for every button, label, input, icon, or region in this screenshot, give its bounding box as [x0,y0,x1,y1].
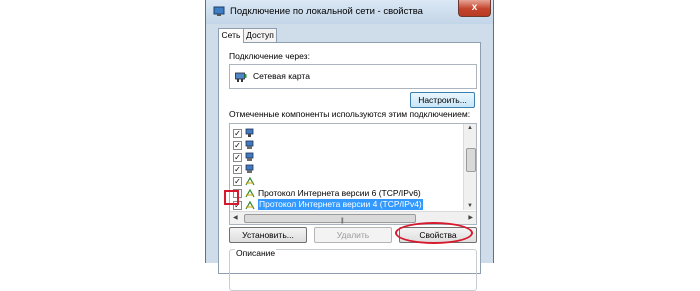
protocol-icon [245,188,255,198]
scroll-right-icon[interactable]: ▶ [468,214,473,221]
component-name: Протокол Интернета версии 6 (TCP/IPv6) [258,188,421,198]
network-connection-icon [213,6,225,16]
list-item[interactable]: Протокол Интернета версии 6 (TCP/IPv6) [230,187,458,199]
list-item[interactable]: ✓ [230,151,458,163]
network-adapter-icon [235,72,247,82]
configure-button[interactable]: Настроить... [410,92,475,108]
components-list[interactable]: ✓ ✓ ✓ ✓ ✓ Протокол Интернета версии 6 (T… [229,123,477,225]
annotation-checkbox-highlight [224,190,239,205]
description-group: Описание [229,248,477,291]
horizontal-scroll-thumb[interactable]: ||| [244,214,416,224]
component-checkbox[interactable]: ✓ [233,129,242,138]
component-checkbox[interactable]: ✓ [233,141,242,150]
connect-using-label: Подключение через: [229,51,310,61]
list-item[interactable]: ✓ [230,139,458,151]
adapter-box: Сетевая карта [229,64,477,89]
component-checkbox[interactable]: ✓ [233,177,242,186]
network-service-icon [245,152,254,161]
list-item-selected[interactable]: ✓ Протокол Интернета версии 4 (TCP/IPv4) [230,199,458,211]
install-button[interactable]: Установить... [229,227,307,243]
annotation-properties-highlight [395,222,473,244]
scroll-down-icon[interactable]: ▼ [467,203,473,209]
network-client-icon [245,128,254,137]
component-name: Протокол Интернета версии 4 (TCP/IPv4) [258,199,423,210]
network-service-icon [245,140,254,149]
vertical-scroll-thumb[interactable] [466,148,476,172]
list-item[interactable]: ✓ [230,127,458,139]
vertical-scrollbar[interactable]: ▲ ▼ [463,124,476,210]
adapter-name: Сетевая карта [253,71,310,81]
network-service-icon [245,164,254,173]
component-checkbox[interactable]: ✓ [233,165,242,174]
component-checkbox[interactable]: ✓ [233,153,242,162]
tab-sharing[interactable]: Доступ [243,28,277,42]
title-bar: Подключение по локальной сети - свойства… [206,0,493,24]
protocol-icon [245,200,255,210]
scroll-left-icon[interactable]: ◀ [233,214,238,221]
grip-icon: ||| [341,218,344,224]
close-button[interactable]: x [458,0,491,17]
description-label: Описание [235,248,277,258]
uninstall-button: Удалить [314,227,392,243]
protocol-icon [245,176,255,186]
scroll-up-icon[interactable]: ▲ [467,125,473,131]
components-label: Отмеченные компоненты используются этим … [229,109,471,119]
list-item[interactable]: ✓ [230,175,458,187]
list-item[interactable]: ✓ [230,163,458,175]
window-title: Подключение по локальной сети - свойства [230,6,423,17]
tab-network[interactable]: Сеть [218,28,244,43]
